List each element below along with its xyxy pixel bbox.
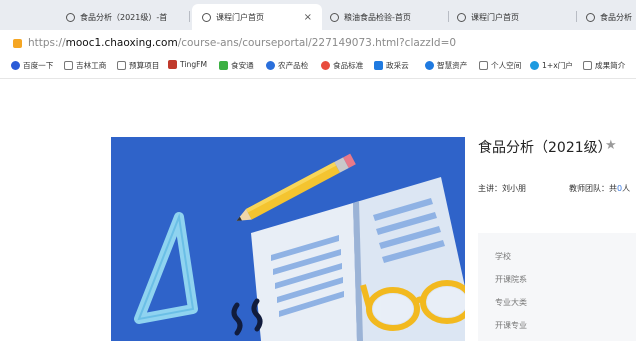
tab-food-analysis[interactable]: 食品分析	[586, 4, 636, 30]
bookmark-tingfm[interactable]: TingFM	[168, 60, 207, 69]
bookmarks-bar: 百度一下 吉林工商 预算项目 TingFM 食安通 农产品检 食品标准 政采云 …	[0, 56, 636, 79]
tab-course-portal-2[interactable]: 课程门户首页	[457, 4, 572, 30]
doc-icon	[64, 61, 73, 70]
doc-icon	[479, 61, 488, 70]
browser-globe-icon	[66, 12, 75, 22]
bookmark-shiantong[interactable]: 食安通	[219, 60, 254, 71]
course-title: 食品分析（2021级）	[478, 140, 612, 156]
app-icon	[266, 61, 275, 70]
bookmark-label: 吉林工商	[76, 61, 107, 70]
doc-icon	[583, 61, 592, 70]
bookmark-label: 食安通	[231, 61, 254, 70]
url-domain: mooc1.chaoxing.com	[65, 37, 178, 49]
bookmark-label: 农产品检	[278, 61, 309, 70]
address-bar[interactable]: https://mooc1.chaoxing.com/course-ans/co…	[0, 30, 636, 56]
tab-separator	[576, 11, 577, 22]
info-label-department: 开课院系	[495, 275, 527, 284]
site-icon	[13, 38, 22, 48]
bookmark-label: 预算项目	[129, 61, 160, 70]
bookmark-label: TingFM	[180, 60, 208, 69]
paw-icon	[11, 61, 20, 70]
lecturer-info: 主讲：刘小朋	[478, 183, 526, 194]
app-icon	[530, 61, 539, 70]
url-scheme: https://	[28, 37, 66, 49]
tab-course-portal-active[interactable]: 课程门户首页 ×	[192, 4, 322, 30]
bookmark-label: 个人空间	[491, 61, 522, 70]
info-label-major-category: 专业大类	[495, 298, 527, 307]
browser-globe-icon	[202, 12, 211, 22]
app-icon	[219, 61, 228, 70]
bookmark-label: 智慧资产	[437, 61, 468, 70]
course-cover-image	[111, 137, 465, 341]
bookmark-label: 政采云	[386, 61, 409, 70]
browser-globe-icon	[586, 12, 595, 22]
info-label-school: 学校	[495, 252, 511, 261]
bookmark-results[interactable]: 成果简介	[583, 60, 625, 71]
app-icon	[321, 61, 330, 70]
lecturer-name[interactable]: 刘小朋	[502, 184, 526, 193]
team-label: 教师团队：共	[569, 184, 617, 193]
doc-icon	[117, 61, 126, 70]
bookmark-zhengcai[interactable]: 政采云	[374, 60, 409, 71]
lecturer-label: 主讲：	[478, 184, 502, 193]
bookmark-budget[interactable]: 预算项目	[117, 60, 159, 71]
browser-globe-icon	[330, 12, 339, 22]
browser-globe-icon	[457, 12, 466, 22]
bookmark-agri[interactable]: 农产品检	[266, 60, 308, 71]
tab-course-analysis[interactable]: 食品分析（2021级）-首	[66, 4, 186, 30]
bookmark-label: 成果简介	[595, 61, 626, 70]
team-info: 教师团队：共0人	[569, 183, 630, 194]
url-path: /course-ans/courseportal/227149073.html?…	[177, 37, 457, 49]
url-text[interactable]: https://mooc1.chaoxing.com/course-ans/co…	[28, 37, 456, 49]
team-unit: 人	[622, 184, 631, 193]
bookmark-assets[interactable]: 智慧资产	[425, 60, 467, 71]
bookmark-label: 1+x门户	[542, 61, 573, 70]
tab-label: 食品分析（2021级）-首	[80, 12, 168, 22]
tab-label: 粮油食品检验-首页	[344, 12, 411, 22]
info-label-major: 开课专业	[495, 321, 527, 330]
tab-separator	[448, 11, 449, 22]
cover-illustration	[111, 137, 465, 341]
close-tab-icon[interactable]: ×	[304, 12, 312, 23]
bookmark-label: 食品标准	[333, 61, 364, 70]
tab-grain-oil[interactable]: 粮油食品检验-首页	[330, 4, 445, 30]
app-icon	[374, 61, 383, 70]
tab-label: 课程门户首页	[216, 12, 264, 22]
tab-label: 课程门户首页	[471, 12, 519, 22]
app-icon	[425, 61, 434, 70]
bookmark-jilin[interactable]: 吉林工商	[64, 60, 106, 71]
bookmark-baidu[interactable]: 百度一下	[11, 60, 53, 71]
browser-tab-bar: 食品分析（2021级）-首 课程门户首页 × 粮油食品检验-首页 课程门户首页 …	[0, 0, 636, 30]
bookmark-label: 百度一下	[23, 61, 54, 70]
tab-label: 食品分析	[600, 12, 632, 22]
bookmark-personal[interactable]: 个人空间	[479, 60, 521, 71]
tab-separator	[189, 11, 190, 22]
favorite-star-icon[interactable]: ★	[605, 138, 617, 153]
bookmark-1x[interactable]: 1+x门户	[530, 60, 573, 71]
bookmark-food-standard[interactable]: 食品标准	[321, 60, 363, 71]
fm-icon	[168, 60, 177, 69]
